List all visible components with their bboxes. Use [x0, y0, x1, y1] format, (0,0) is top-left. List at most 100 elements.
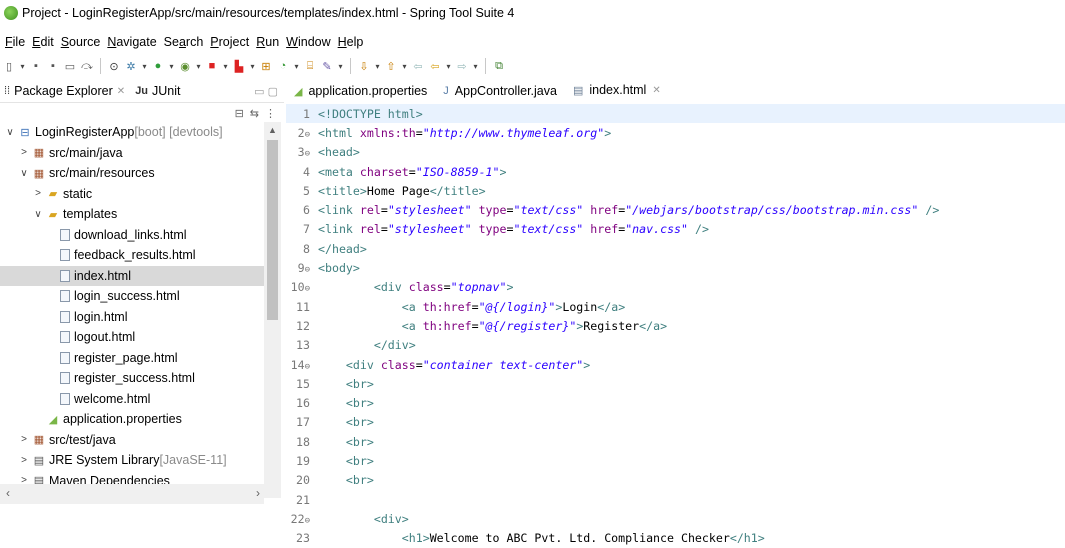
- fold-toggle-icon[interactable]: ⊖: [305, 130, 310, 140]
- menu-edit[interactable]: Edit: [32, 35, 54, 49]
- code-area[interactable]: 1 <!DOCTYPE html> 2⊖ <html xmlns:th="http:/…: [286, 104, 1065, 548]
- code-line[interactable]: 12 <a th:href="@{/register}">Register</a…: [286, 316, 1065, 335]
- chevron-right-icon[interactable]: >: [32, 188, 44, 199]
- search-icon[interactable]: ✎: [320, 59, 334, 73]
- menu-source[interactable]: Source: [61, 35, 101, 49]
- code-line[interactable]: 7 <link rel="stylesheet" type="text/css" …: [286, 220, 1065, 239]
- code-line[interactable]: 19 <br>: [286, 451, 1065, 470]
- chevron-right-icon[interactable]: >: [18, 455, 30, 466]
- tree-item[interactable]: > ▦ src/main/java: [0, 143, 268, 164]
- fold-toggle-icon[interactable]: ⊖: [305, 265, 310, 275]
- link-with-editor-icon[interactable]: ⇆: [250, 107, 259, 120]
- close-icon[interactable]: ✕: [652, 85, 660, 96]
- minimize-maximize-icon[interactable]: ▭ ▢: [254, 85, 278, 98]
- scroll-left-icon[interactable]: ‹: [6, 486, 10, 500]
- scrollbar-thumb[interactable]: [267, 140, 278, 320]
- menu-search[interactable]: Search: [164, 35, 204, 49]
- menu-run[interactable]: Run: [256, 35, 279, 49]
- debug-icon[interactable]: ✲: [124, 59, 138, 73]
- tab-appcontroller-java[interactable]: J AppController.java: [435, 80, 565, 102]
- collapse-all-icon[interactable]: ⊟: [235, 107, 244, 120]
- tree-item[interactable]: login.html: [0, 307, 268, 328]
- code-line[interactable]: 23 <h1>Welcome to ABC Pvt. Ltd. Complian…: [286, 529, 1065, 548]
- tab-junit[interactable]: Ju JUnit: [135, 84, 180, 98]
- menu-navigate[interactable]: Navigate: [107, 35, 156, 49]
- code-line[interactable]: 11 <a th:href="@{/login}">Login</a>: [286, 297, 1065, 316]
- menu-window[interactable]: Window: [286, 35, 330, 49]
- tree-item[interactable]: welcome.html: [0, 389, 268, 410]
- tree-item[interactable]: register_success.html: [0, 368, 268, 389]
- tree-item[interactable]: > ▰ static: [0, 184, 268, 205]
- tab-application-properties[interactable]: ◢ application.properties: [286, 80, 435, 102]
- open-type-icon[interactable]: ⌸: [303, 59, 317, 73]
- tree-item[interactable]: logout.html: [0, 327, 268, 348]
- fold-toggle-icon[interactable]: ⊖: [305, 516, 310, 526]
- spring-boot-icon[interactable]: ⊙: [107, 59, 121, 73]
- code-line[interactable]: 8 </head>: [286, 239, 1065, 258]
- vertical-scrollbar[interactable]: ▲: [264, 122, 281, 498]
- menu-help[interactable]: Help: [338, 35, 364, 49]
- terminal-icon[interactable]: ▭: [63, 59, 77, 73]
- chevron-down-icon[interactable]: ∨: [18, 168, 30, 179]
- search-dropdown-icon[interactable]: ▾: [337, 59, 344, 73]
- open-perspective-icon[interactable]: ⧉: [492, 59, 506, 73]
- tree-item[interactable]: > ▤ JRE System Library [JavaSE-11]: [0, 450, 268, 471]
- forward-dropdown-icon[interactable]: ▾: [472, 59, 479, 73]
- tree-item[interactable]: ∨ ▦ src/main/resources: [0, 163, 268, 184]
- tree-item[interactable]: ∨ ⊟ LoginRegisterApp [boot] [devtools]: [0, 122, 268, 143]
- debug-dropdown-icon[interactable]: ▾: [141, 59, 148, 73]
- run-dropdown-icon[interactable]: ▾: [168, 59, 175, 73]
- view-menu-icon[interactable]: ⋮: [265, 107, 276, 120]
- tab-index-html[interactable]: ▤ index.html ✕: [564, 80, 669, 102]
- relaunch-icon[interactable]: ▙: [232, 59, 246, 73]
- stop-icon[interactable]: ■: [205, 59, 219, 73]
- previous-annotation-dropdown-icon[interactable]: ▾: [401, 59, 408, 73]
- code-line[interactable]: 9⊖ <body>: [286, 258, 1065, 277]
- horizontal-scrollbar[interactable]: ‹ ›: [0, 484, 264, 504]
- next-annotation-icon[interactable]: ⇩: [357, 59, 371, 73]
- chevron-down-icon[interactable]: ∨: [32, 209, 44, 220]
- external-tools-icon[interactable]: ◉: [178, 59, 192, 73]
- fold-toggle-icon[interactable]: ⊖: [305, 149, 310, 159]
- chevron-right-icon[interactable]: >: [18, 147, 30, 158]
- previous-annotation-icon[interactable]: ⇧: [384, 59, 398, 73]
- menu-project[interactable]: Project: [210, 35, 249, 49]
- new-icon[interactable]: ▯: [2, 59, 16, 73]
- tree-item[interactable]: index.html: [0, 265, 268, 286]
- menu-file[interactable]: File: [5, 35, 25, 49]
- tree-item[interactable]: login_success.html: [0, 286, 268, 307]
- skip-breakpoints-icon[interactable]: ⤼: [80, 59, 94, 73]
- save-all-icon[interactable]: ▪: [46, 59, 60, 73]
- chevron-down-icon[interactable]: ∨: [4, 127, 16, 138]
- relaunch-dropdown-icon[interactable]: ▾: [249, 59, 256, 73]
- new-dropdown-icon[interactable]: ▾: [19, 59, 26, 73]
- tree-item[interactable]: register_page.html: [0, 348, 268, 369]
- code-line[interactable]: 21: [286, 490, 1065, 509]
- run-icon[interactable]: ●: [151, 59, 165, 73]
- back-icon[interactable]: ⇦: [428, 59, 442, 73]
- tab-package-explorer[interactable]: ⁞⁞ Package Explorer ✕: [4, 84, 125, 98]
- last-edit-location-icon[interactable]: ⇦: [411, 59, 425, 73]
- code-line[interactable]: 16 <br>: [286, 393, 1065, 412]
- close-icon[interactable]: ✕: [117, 86, 125, 97]
- save-icon[interactable]: ▪: [29, 59, 43, 73]
- tree-item[interactable]: download_links.html: [0, 225, 268, 246]
- chevron-right-icon[interactable]: >: [18, 434, 30, 445]
- code-line[interactable]: 3⊖ <head>: [286, 143, 1065, 162]
- code-line[interactable]: 22⊖ <div>: [286, 509, 1065, 528]
- code-line[interactable]: 15 <br>: [286, 374, 1065, 393]
- code-line[interactable]: 5 <title>Home Page</title>: [286, 181, 1065, 200]
- scroll-up-icon[interactable]: ▲: [264, 122, 281, 138]
- code-line[interactable]: 13 </div>: [286, 336, 1065, 355]
- code-line[interactable]: 18 <br>: [286, 432, 1065, 451]
- code-line[interactable]: 6 <link rel="stylesheet" type="text/css" …: [286, 200, 1065, 219]
- code-line[interactable]: 14⊖ <div class="container text-center">: [286, 355, 1065, 374]
- fold-toggle-icon[interactable]: ⊖: [305, 362, 310, 372]
- tree-item[interactable]: feedback_results.html: [0, 245, 268, 266]
- code-line[interactable]: 17 <br>: [286, 413, 1065, 432]
- external-tools-dropdown-icon[interactable]: ▾: [195, 59, 202, 73]
- new-package-icon[interactable]: ◔: [276, 59, 290, 73]
- stop-dropdown-icon[interactable]: ▾: [222, 59, 229, 73]
- fold-toggle-icon[interactable]: ⊖: [305, 284, 310, 294]
- new-package-dropdown-icon[interactable]: ▾: [293, 59, 300, 73]
